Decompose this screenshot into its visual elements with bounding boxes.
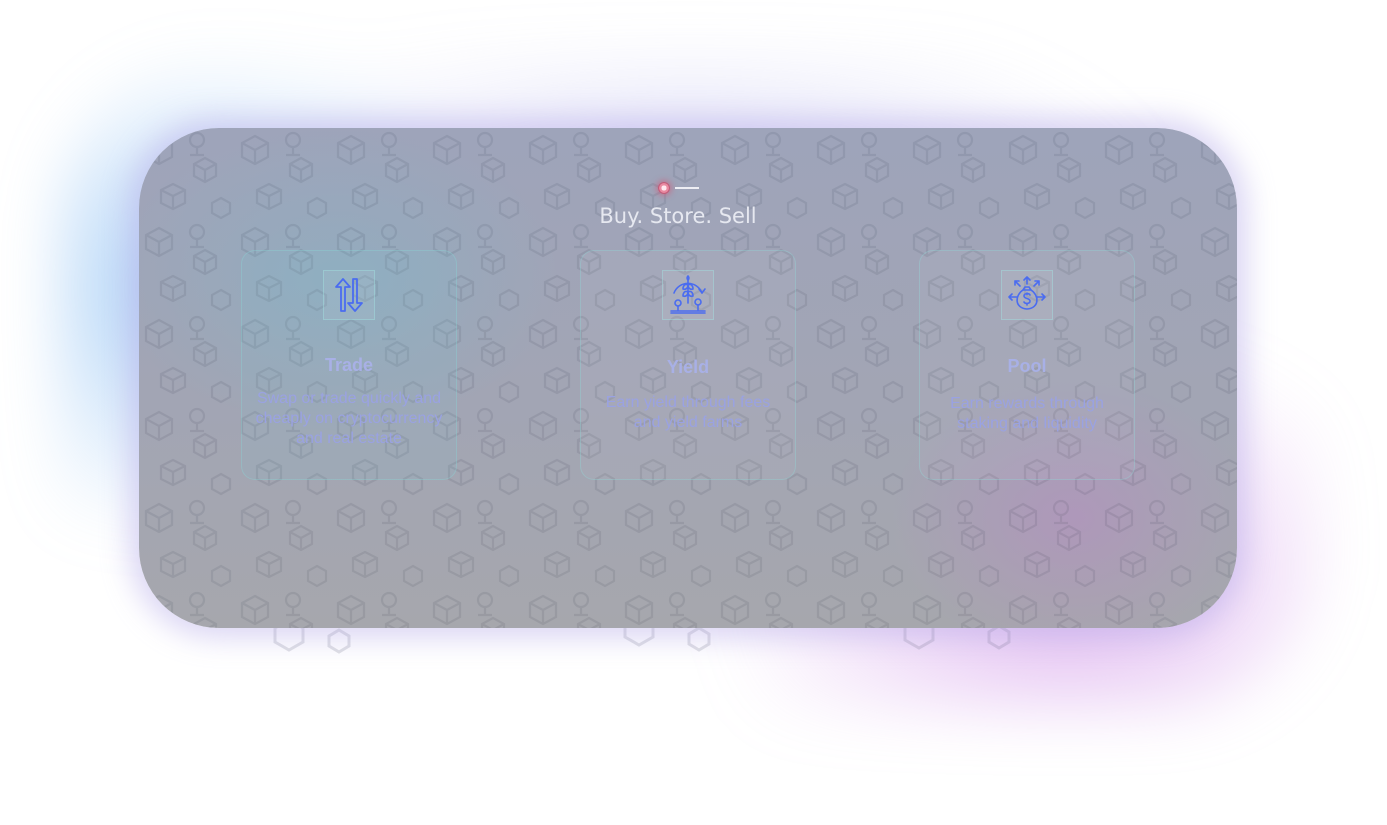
card-description-trade: Swap or trade quickly and cheaply on cry… — [255, 390, 443, 447]
section-title: Buy. Store. Sell — [599, 204, 757, 228]
card-title-yield: Yield — [666, 357, 710, 377]
carousel-dot-active[interactable] — [658, 182, 670, 194]
feature-card-trade[interactable]: Trade Swap or trade quickly and cheaply … — [241, 250, 457, 480]
money-bag-icon — [1008, 276, 1046, 310]
card-description-pool: Earn rewards through staking and liquidi… — [950, 395, 1104, 432]
trade-arrows-icon — [335, 278, 363, 312]
feature-card-yield[interactable]: Yield Earn yield through fees and yield … — [580, 250, 796, 480]
carousel-indicator[interactable] — [658, 181, 703, 195]
feature-card-pool[interactable]: Pool Earn rewards through staking and li… — [919, 250, 1135, 480]
pool-icon-box — [1001, 270, 1053, 320]
yield-icon-box — [662, 270, 714, 320]
card-description-yield: Earn yield through fees and yield farms — [605, 394, 771, 431]
card-title-pool: Pool — [1007, 356, 1047, 376]
yield-farm-icon — [670, 275, 706, 314]
trade-icon-box — [323, 270, 375, 320]
card-title-trade: Trade — [324, 355, 374, 375]
carousel-dash[interactable] — [675, 187, 699, 189]
